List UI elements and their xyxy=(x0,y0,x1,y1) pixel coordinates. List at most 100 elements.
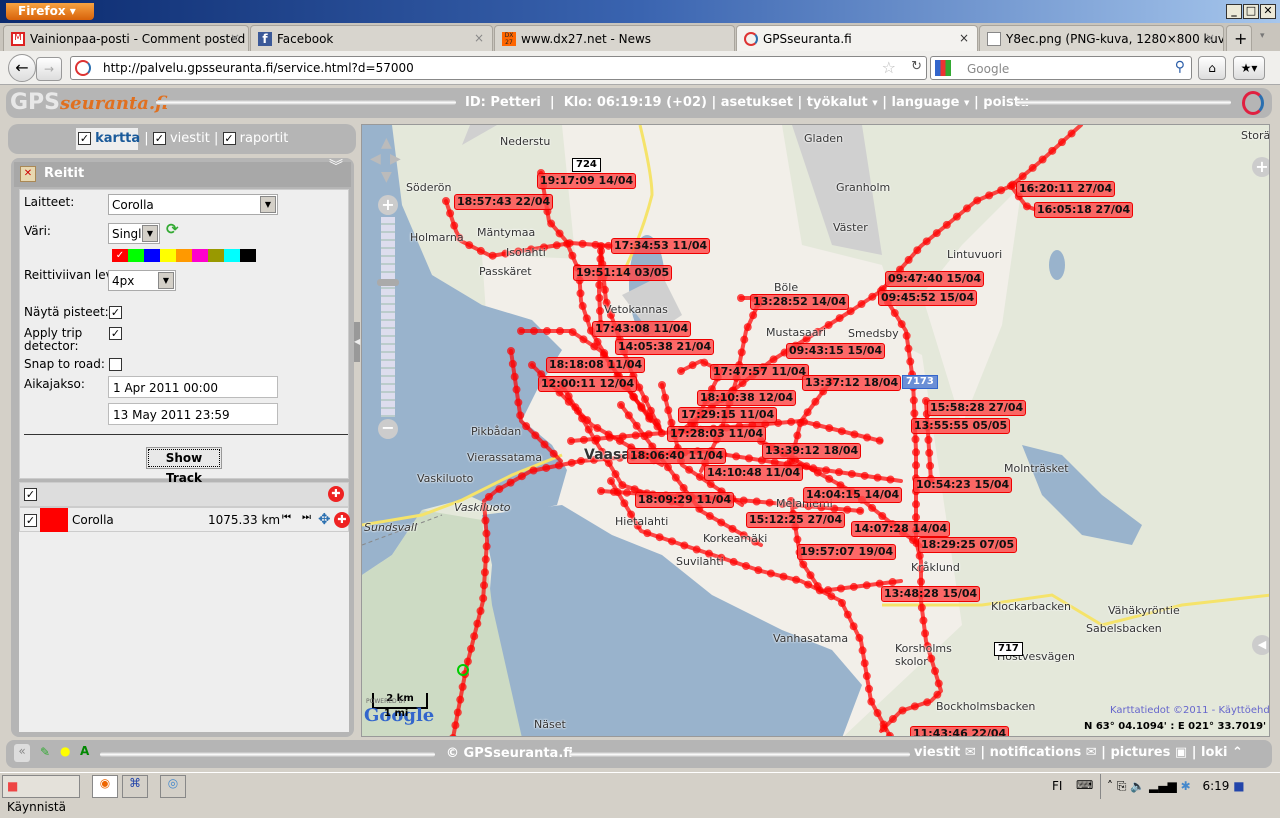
search-input[interactable]: Google ⚲ xyxy=(930,56,1192,80)
track-start-icon[interactable]: ⏮ xyxy=(282,512,291,523)
search-icon[interactable]: ⚲ xyxy=(1175,59,1185,75)
track-point-label[interactable]: 17:28:03 11/04 xyxy=(667,426,767,442)
remove-all-icon[interactable]: ✚ xyxy=(328,486,344,502)
show-hidden-icon[interactable]: ˄ xyxy=(1107,779,1113,793)
maximize-button[interactable]: □ xyxy=(1243,4,1259,19)
raportit-checkbox[interactable]: ✓ xyxy=(222,132,236,145)
menu-asetukset[interactable]: asetukset xyxy=(721,95,793,110)
device-select[interactable]: Corolla ▼ xyxy=(108,194,278,215)
routes-panel-header[interactable]: ✕ Reitit ︾ xyxy=(14,160,351,187)
zoom-in-button[interactable]: + xyxy=(378,195,398,215)
color-swatch[interactable] xyxy=(192,249,208,262)
track-point-label[interactable]: 13:55:55 05/05 xyxy=(911,418,1011,434)
bookmark-star-icon[interactable]: ☆ xyxy=(882,58,896,77)
end-date-input[interactable]: 13 May 2011 23:59 xyxy=(108,403,278,425)
lightbulb-icon[interactable]: ● xyxy=(60,744,70,758)
footer-pictures[interactable]: pictures xyxy=(1110,745,1170,760)
site-identity-icon[interactable] xyxy=(75,60,91,76)
viestit-checkbox[interactable]: ✓ xyxy=(152,132,166,145)
track-point-label[interactable]: 13:39:12 18/04 xyxy=(762,443,862,459)
tab-kartta[interactable]: kartta xyxy=(95,131,140,146)
overview-expand-button[interactable]: + xyxy=(1252,157,1269,177)
track-checkbox[interactable]: ✓ xyxy=(24,514,37,527)
tab-raportit[interactable]: raportit xyxy=(240,131,289,146)
network-icon[interactable]: ✱ xyxy=(1181,779,1191,793)
close-window-button[interactable]: ✕ xyxy=(1260,4,1276,19)
track-point-label[interactable]: 16:05:18 27/04 xyxy=(1034,202,1134,218)
track-color-swatch[interactable] xyxy=(40,508,68,532)
back-button[interactable]: ← xyxy=(8,54,36,82)
color-swatch[interactable] xyxy=(176,249,192,262)
track-point-label[interactable]: 15:12:25 27/04 xyxy=(746,512,846,528)
close-tab-icon[interactable]: × xyxy=(959,31,969,45)
track-point-label[interactable]: 11:43:46 22/04 xyxy=(910,726,1010,736)
show-points-checkbox[interactable]: ✓ xyxy=(109,306,122,319)
expand-up-icon[interactable]: ⌃ xyxy=(1232,745,1243,760)
color-swatch[interactable] xyxy=(160,249,176,262)
start-button[interactable]: ■ Käynnistä xyxy=(2,775,80,814)
pan-up-icon[interactable]: ▲ xyxy=(381,135,392,151)
start-date-input[interactable]: 1 Apr 2011 00:00 xyxy=(108,376,278,398)
track-point-label[interactable]: 14:04:15 14/04 xyxy=(803,487,903,503)
track-point-label[interactable]: 12:00:11 12/04 xyxy=(538,376,638,392)
track-point-label[interactable]: 17:34:53 11/04 xyxy=(611,238,711,254)
collapse-chevrons-icon[interactable]: ︾ xyxy=(329,160,343,174)
track-point-label[interactable]: 13:37:12 18/04 xyxy=(802,375,902,391)
tab-gmail[interactable]: MVainionpaa-posti - Comment posted on ..… xyxy=(3,25,249,51)
color-swatch[interactable] xyxy=(128,249,144,262)
track-point-label[interactable]: 19:57:07 19/04 xyxy=(797,544,897,560)
collapse-left-icon[interactable]: « xyxy=(14,744,30,762)
language-indicator[interactable]: FI xyxy=(1052,779,1062,793)
new-tab-button[interactable]: + xyxy=(1226,25,1252,51)
color-swatch[interactable] xyxy=(144,249,160,262)
usb-icon[interactable]: ⎘ xyxy=(1117,779,1127,793)
footer-notifications[interactable]: notifications xyxy=(990,745,1082,760)
track-point-label[interactable]: 13:48:28 15/04 xyxy=(881,586,981,602)
zoom-out-button[interactable]: − xyxy=(378,419,398,439)
track-point-label[interactable]: 16:20:11 27/04 xyxy=(1016,181,1116,197)
color-swatch[interactable] xyxy=(224,249,240,262)
pan-down-icon[interactable]: ▼ xyxy=(381,169,392,185)
google-search-engine-icon[interactable] xyxy=(935,60,951,76)
track-point-label[interactable]: 09:43:15 15/04 xyxy=(786,343,886,359)
select-all-checkbox[interactable]: ✓ xyxy=(24,488,37,501)
track-point-label[interactable]: 19:17:09 14/04 xyxy=(537,173,637,189)
track-point-label[interactable]: 18:57:43 22/04 xyxy=(454,194,554,210)
menu-tyokalut[interactable]: työkalut ▾ xyxy=(807,95,878,110)
close-tab-icon[interactable]: × xyxy=(1205,31,1215,45)
tab-list-dropdown-icon[interactable]: ▾ xyxy=(1260,31,1265,41)
track-point-label[interactable]: 17:43:08 11/04 xyxy=(592,321,692,337)
footer-viestit[interactable]: viestit xyxy=(914,745,960,760)
refresh-color-icon[interactable]: ⟳ xyxy=(166,220,179,238)
track-point-label[interactable]: 19:51:14 03/05 xyxy=(573,265,673,281)
close-tab-icon[interactable]: × xyxy=(230,31,240,45)
collapse-arrow-icon[interactable]: ◀ xyxy=(1252,635,1269,655)
keyboard-icon[interactable]: ⌨ xyxy=(1076,778,1093,792)
tab-viestit[interactable]: viestit xyxy=(170,131,210,146)
home-button[interactable]: ⌂ xyxy=(1198,56,1226,80)
track-point-label[interactable]: 17:47:57 11/04 xyxy=(710,364,810,380)
zoom-slider[interactable] xyxy=(381,217,395,417)
track-point-label[interactable]: 14:05:38 21/04 xyxy=(615,339,715,355)
track-point-label[interactable]: 18:10:38 12/04 xyxy=(697,390,797,406)
menu-language[interactable]: language ▾ xyxy=(892,95,970,110)
snap-to-road-checkbox[interactable] xyxy=(109,358,122,371)
show-track-button[interactable]: Show Track xyxy=(146,447,222,485)
remove-track-icon[interactable]: ✚ xyxy=(334,512,350,528)
close-tab-icon[interactable]: × xyxy=(474,31,484,45)
tab-dx27[interactable]: DX 27 www.dx27.net - News xyxy=(494,25,735,51)
track-point-label[interactable]: 09:45:52 15/04 xyxy=(878,290,978,306)
footer-loki[interactable]: loki xyxy=(1201,745,1228,760)
collapse-panel-handle[interactable]: ◀ xyxy=(354,322,360,362)
tab-facebook[interactable]: f Facebook × xyxy=(250,25,493,51)
tab-gpsseuranta[interactable]: GPSseuranta.fi × xyxy=(736,25,978,51)
track-point-label[interactable]: 14:10:48 11/04 xyxy=(704,465,804,481)
track-point-label[interactable]: 17:29:15 11/04 xyxy=(678,407,778,423)
color-swatch[interactable]: ✓ xyxy=(112,249,128,262)
bookmarks-button[interactable]: ★▾ xyxy=(1233,56,1265,80)
color-swatch[interactable] xyxy=(240,249,256,262)
track-point-label[interactable]: 18:29:25 07/05 xyxy=(918,537,1018,553)
track-point-label[interactable]: 18:18:08 11/04 xyxy=(546,357,646,373)
color-swatch[interactable] xyxy=(208,249,224,262)
pan-right-icon[interactable]: ▶ xyxy=(390,151,401,167)
